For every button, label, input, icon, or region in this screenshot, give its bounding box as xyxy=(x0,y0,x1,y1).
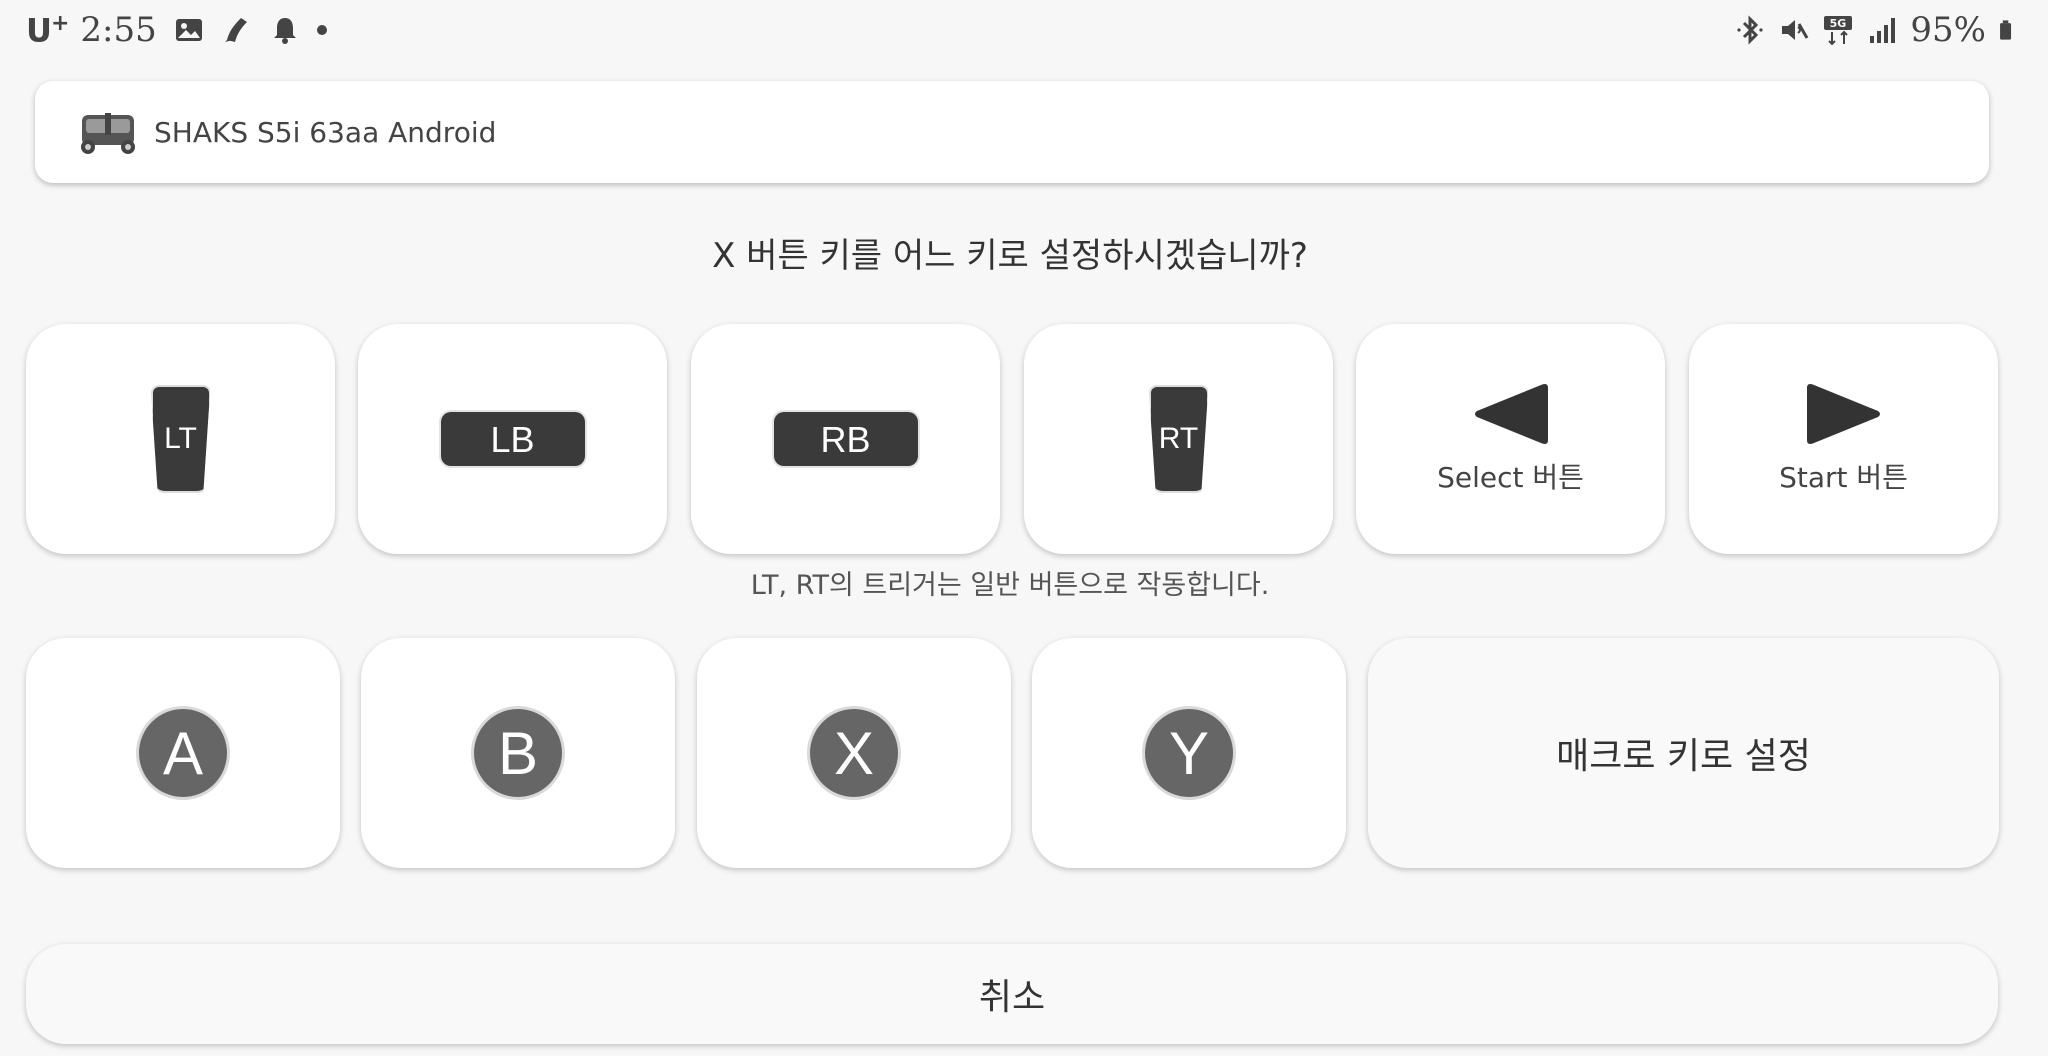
app-notification-icon xyxy=(224,18,247,42)
bluetooth-icon xyxy=(1737,15,1764,45)
key-x-button[interactable]: X xyxy=(697,638,1011,868)
macro-key-button[interactable]: 매크로 키로 설정 xyxy=(1368,638,1999,868)
status-bar-left: U+ 2:55 xyxy=(26,8,327,52)
select-label: Select 버튼 xyxy=(1437,461,1584,494)
a-button-icon: A xyxy=(136,706,230,800)
signal-icon xyxy=(1870,18,1896,43)
lb-bumper-icon: LB xyxy=(440,412,585,466)
lt-trigger-icon: LT xyxy=(150,385,211,493)
b-button-icon: B xyxy=(471,706,565,800)
battery-percent: 95% xyxy=(1910,10,1986,50)
key-b-button[interactable]: B xyxy=(361,638,675,868)
dot-icon xyxy=(316,25,327,35)
cancel-button[interactable]: 취소 xyxy=(26,944,1998,1044)
key-rt-button[interactable]: RT xyxy=(1024,324,1333,554)
start-label: Start 버튼 xyxy=(1779,461,1908,494)
trigger-note: LT, RT의 트리거는 일반 버튼으로 작동합니다. xyxy=(750,570,1270,601)
bell-icon xyxy=(273,18,296,44)
battery-icon xyxy=(2000,20,2012,40)
mute-icon xyxy=(1782,20,1809,40)
key-lt-button[interactable]: LT xyxy=(26,324,335,554)
key-a-button[interactable]: A xyxy=(26,638,340,868)
5g-icon: 5G xyxy=(1824,16,1853,46)
rb-bumper-icon: RB xyxy=(773,412,918,466)
key-select-button[interactable]: Select 버튼 xyxy=(1356,324,1665,554)
status-bar-right: 5G 95% xyxy=(1734,8,2020,52)
device-name: SHAKS S5i 63aa Android xyxy=(154,115,497,149)
device-header-card: SHAKS S5i 63aa Android xyxy=(35,81,1989,183)
clock: 2:55 xyxy=(80,10,157,50)
y-button-icon: Y xyxy=(1142,706,1236,800)
mapping-question: X 버튼 키를 어느 키로 설정하시겠습니까? xyxy=(712,236,1308,276)
key-lb-button[interactable]: LB xyxy=(358,324,667,554)
rt-trigger-icon: RT xyxy=(1148,385,1209,493)
x-button-icon: X xyxy=(807,706,901,800)
key-rb-button[interactable]: RB xyxy=(691,324,1000,554)
gamepad-icon xyxy=(81,113,135,154)
carrier-label: U+ xyxy=(26,10,69,50)
svg-text:5G: 5G xyxy=(1830,17,1847,30)
start-arrow-icon xyxy=(1806,384,1880,444)
image-icon xyxy=(175,19,202,41)
select-arrow-icon xyxy=(1474,384,1548,444)
key-start-button[interactable]: Start 버튼 xyxy=(1689,324,1998,554)
status-bar: U+ 2:55 5G 95% xyxy=(0,0,2048,64)
key-y-button[interactable]: Y xyxy=(1032,638,1346,868)
